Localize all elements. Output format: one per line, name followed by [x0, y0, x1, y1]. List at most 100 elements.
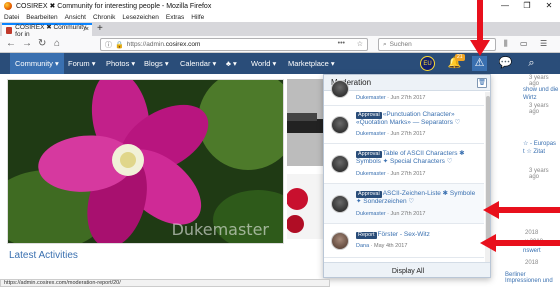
sidebar-time: 3 years ago: [529, 75, 549, 87]
menu-chronik[interactable]: Chronik: [93, 14, 115, 21]
rose-photo: [287, 174, 323, 239]
search-placeholder: Suchen: [389, 41, 412, 48]
window-controls: — ❐ ✕: [494, 0, 560, 12]
back-button[interactable]: ←: [6, 38, 16, 49]
new-tab-button[interactable]: +: [97, 23, 103, 34]
item-title[interactable]: Report Förster - Sex-Witz: [356, 231, 482, 239]
item-date: Jun 27th 2017: [390, 211, 426, 217]
list-item[interactable]: Dukemaster · Jun 27th 2017: [324, 80, 484, 106]
list-item[interactable]: Approval Table of ASCII Characters ✱ Symb…: [324, 144, 484, 184]
avatar[interactable]: [331, 80, 349, 98]
thumbnail-car-image[interactable]: [287, 79, 323, 166]
nav-marketplace[interactable]: Marketplace ▾: [283, 53, 340, 74]
menu-ansicht[interactable]: Ansicht: [65, 14, 86, 21]
tab-cosirex[interactable]: COSIREX ✖ Community for in ×: [2, 23, 92, 38]
item-date: Jun 27th 2017: [390, 171, 426, 177]
reload-button[interactable]: ↻: [38, 38, 46, 49]
language-globe-icon[interactable]: EU: [420, 56, 435, 71]
approval-tag: Approval: [356, 151, 382, 158]
display-all-button[interactable]: Display All: [324, 262, 490, 277]
status-bar-url: https://admin.cosirex.com/moderation-rep…: [0, 279, 330, 287]
list-item[interactable]: Report Förster - Sex-Witz Dana · May 4th …: [324, 224, 484, 258]
nav-photos[interactable]: Photos ▾: [101, 53, 140, 74]
avatar[interactable]: [331, 116, 349, 134]
conversations-icon[interactable]: 💬: [498, 56, 513, 71]
item-author[interactable]: Dukemaster: [356, 95, 386, 101]
page-actions-icon[interactable]: •••: [338, 40, 345, 47]
firefox-logo-icon: [4, 2, 12, 10]
nav-calendar[interactable]: Calendar ▾: [175, 53, 221, 74]
item-date: Jun 27th 2017: [390, 95, 426, 101]
menu-hilfe[interactable]: Hilfe: [191, 14, 204, 21]
approval-tag: Approval: [356, 112, 382, 119]
item-meta: Dukemaster · Jun 27th 2017: [356, 95, 426, 101]
nav-forum[interactable]: Forum ▾: [63, 53, 101, 74]
url-bar[interactable]: ⓘ 🔒 https://admin. cosirex.com ••• ☆: [100, 38, 368, 51]
sidebar-time: 3 years ago: [529, 168, 549, 180]
forward-button[interactable]: →: [22, 38, 32, 49]
maximize-button[interactable]: ❐: [516, 0, 538, 12]
sidebar-icon[interactable]: ▭: [520, 39, 528, 48]
thumbnail-rose-image[interactable]: [287, 174, 323, 239]
list-item[interactable]: Approval ASCII-Zeichen-Liste ✱ Symbole ✦ …: [324, 184, 484, 224]
item-author[interactable]: Dukemaster: [356, 131, 386, 137]
moderation-warning-icon[interactable]: ⚠: [472, 56, 487, 71]
moderation-dropdown: Moderation 🗑 Dukemaster · Jun 27th 2017 …: [323, 74, 491, 278]
item-meta: Dukemaster · Jun 27th 2017: [356, 131, 426, 137]
item-meta: Dana · May 4th 2017: [356, 243, 408, 249]
nav-community[interactable]: Community ▾: [10, 53, 64, 74]
sidebar-link[interactable]: ☆ - Europas: [523, 140, 556, 147]
search-icon: ⌕: [383, 40, 387, 48]
report-tag: Report: [356, 232, 377, 239]
sidebar-time: 3 years ago: [529, 103, 549, 115]
url-scheme: https://admin.: [126, 41, 166, 48]
avatar[interactable]: [331, 232, 349, 250]
moderation-list: Dukemaster · Jun 27th 2017 Approval «Punc…: [324, 80, 484, 262]
item-title[interactable]: Approval «Punctuation Character» «Quotati…: [356, 111, 482, 127]
menu-lesezeichen[interactable]: Lesezeichen: [122, 14, 159, 21]
image-watermark: Dukemaster: [171, 220, 269, 239]
item-meta: Dukemaster · Jun 27th 2017: [356, 211, 426, 217]
nav-blogs[interactable]: Blogs ▾: [139, 53, 174, 74]
item-title[interactable]: Approval Table of ASCII Characters ✱ Symb…: [356, 150, 482, 166]
sidebar-link[interactable]: Wirtz: [523, 95, 537, 101]
bookmark-star-icon[interactable]: ☆: [357, 40, 363, 48]
library-icon[interactable]: ⫼: [504, 39, 508, 49]
hero-flower-image[interactable]: Dukemaster: [7, 79, 284, 244]
latest-activities-heading: Latest Activities: [9, 250, 78, 261]
avatar[interactable]: [331, 195, 349, 213]
nav-clover-menu[interactable]: ♣ ▾: [221, 53, 242, 74]
approval-tag: Approval: [356, 191, 382, 198]
home-button[interactable]: ⌂: [54, 38, 60, 49]
item-date: Jun 27th 2017: [390, 131, 426, 137]
sidebar-link[interactable]: t ☆ Zitat: [523, 148, 545, 155]
info-icon[interactable]: ⓘ: [105, 40, 112, 50]
sidebar-link[interactable]: show und die: [523, 87, 558, 93]
item-date: May 4th 2017: [374, 243, 408, 249]
item-author[interactable]: Dukemaster: [356, 211, 386, 217]
url-host: cosirex.com: [165, 41, 201, 48]
hamburger-menu-icon[interactable]: ☰: [540, 39, 547, 48]
menu-extras[interactable]: Extras: [166, 14, 184, 21]
avatar[interactable]: [331, 155, 349, 173]
annotation-arrow-left-icon: [480, 234, 560, 252]
favicon-icon: [6, 27, 13, 34]
notification-count-badge: 21: [455, 54, 465, 61]
list-item[interactable]: Approval «Punctuation Character» «Quotati…: [324, 106, 484, 144]
search-site-icon[interactable]: ⌕: [524, 56, 539, 71]
lock-icon[interactable]: 🔒: [115, 41, 124, 49]
sidebar-link[interactable]: Berliner Impressionen und: [505, 272, 560, 284]
scrollbar-thumb[interactable]: [486, 96, 490, 246]
close-window-button[interactable]: ✕: [538, 0, 560, 12]
minimize-button[interactable]: —: [494, 0, 516, 12]
item-author[interactable]: Dukemaster: [356, 171, 386, 177]
tab-close-icon[interactable]: ×: [85, 26, 89, 33]
menu-bearbeiten[interactable]: Bearbeiten: [26, 14, 57, 21]
annotation-arrow-down-icon: [470, 0, 490, 56]
window-title: COSIREX ✖ Community for interesting peop…: [16, 3, 212, 10]
nav-world[interactable]: World ▾: [246, 53, 281, 74]
menu-datei[interactable]: Datei: [4, 14, 19, 21]
item-meta: Dukemaster · Jun 27th 2017: [356, 171, 426, 177]
item-author[interactable]: Dana: [356, 243, 369, 249]
item-title[interactable]: Approval ASCII-Zeichen-Liste ✱ Symbole ✦ …: [356, 190, 482, 206]
